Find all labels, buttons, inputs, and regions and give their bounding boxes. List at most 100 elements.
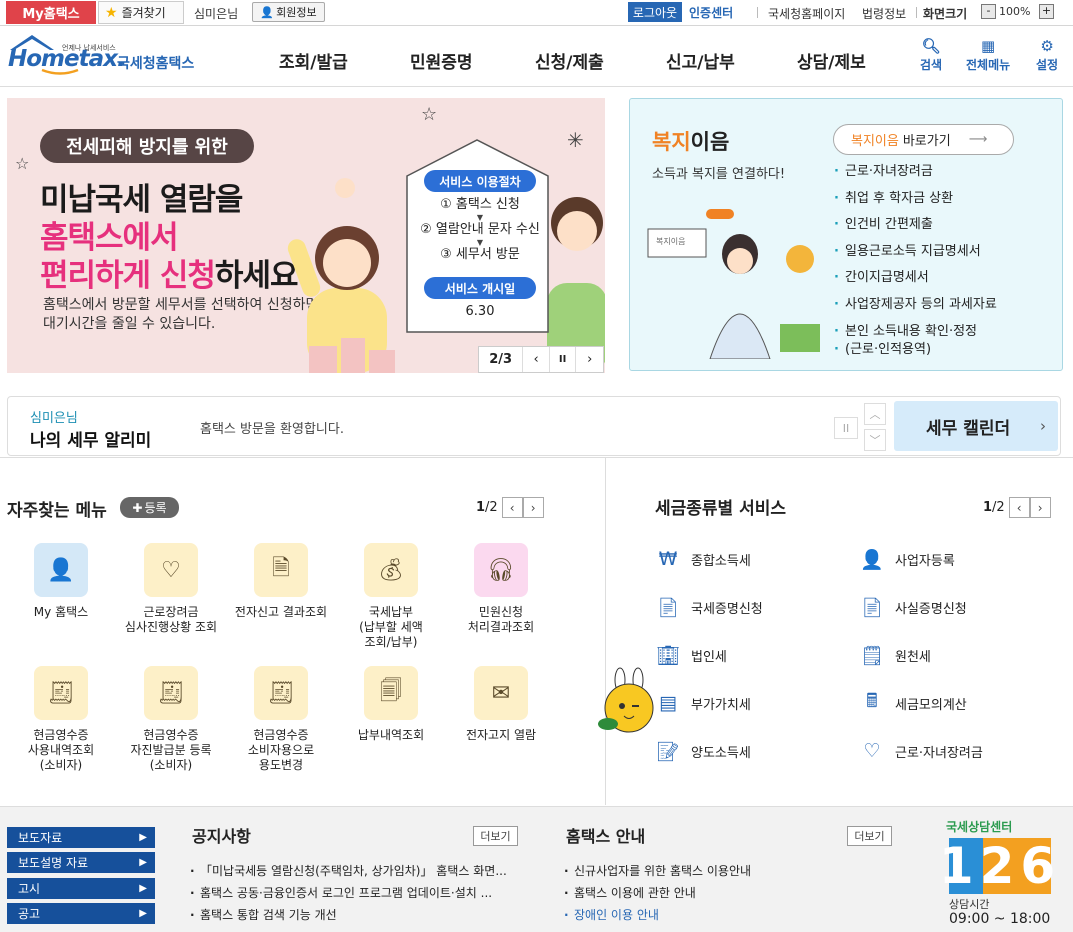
press-explanation-button[interactable]: 보도설명 자료 ▶ — [7, 852, 155, 873]
tax-calendar-button[interactable]: 세무 캘린더 › — [894, 401, 1058, 451]
call-center-number[interactable]: 126 — [939, 837, 1055, 895]
welfare-shortcut-button[interactable]: 복지이음 바로가기 ⟶ — [833, 124, 1014, 155]
pager-prev-button[interactable]: ‹ — [1008, 497, 1030, 518]
freq-menu-label: 전자고지 열람 — [465, 728, 537, 742]
freq-menu-item[interactable]: 👤 My 홈택스 — [6, 543, 116, 620]
mascot-character[interactable] — [596, 666, 658, 736]
guide-item[interactable]: 홈택스 이용에 관한 안내 — [564, 882, 751, 904]
banner-next-button[interactable]: › — [576, 347, 603, 372]
freq-menu-item[interactable]: 🗎 전자신고 결과조회 — [226, 543, 336, 620]
welfare-item[interactable]: 간이지급명세서 — [832, 265, 997, 292]
freq-menu-item[interactable]: ♡ 근로장려금 심사진행상황 조회 — [116, 543, 226, 635]
freq-menu-item[interactable]: 🧾︎ 현금영수증 자진발급분 등록 (소비자) — [116, 666, 226, 773]
receipt-search-icon: 🧾︎ — [254, 666, 308, 720]
pager-prev-button[interactable]: ‹ — [501, 497, 523, 518]
alert-up-button[interactable]: ︿ — [864, 403, 886, 425]
sparkle-icon: ✳ — [567, 128, 584, 152]
nav-consult-report[interactable]: 상담/제보 — [797, 48, 866, 73]
welfare-item[interactable]: 본인 소득내용 확인·정정 — [832, 322, 997, 342]
logout-button[interactable]: 로그아웃 — [628, 2, 682, 22]
promo-banner[interactable]: ☆ ☆ ✳ 전세피해 방지를 위한 미납국세 열람을 홈택스에서 편리하게 신청… — [7, 98, 605, 373]
pager-next-button[interactable]: › — [1029, 497, 1051, 518]
tax-service-item[interactable]: 👤 사업자등록 — [857, 544, 955, 574]
tax-service-item[interactable]: ₩ 종합소득세 — [653, 544, 751, 574]
pager-current: 1 — [476, 500, 486, 515]
divider — [757, 7, 758, 18]
welfare-item[interactable]: 취업 후 학자금 상환 — [832, 186, 997, 213]
notice-item[interactable]: 「미납국세등 열람신청(주택임차, 상가임차)」 홈택스 화면... — [190, 860, 535, 882]
zoom-in-button[interactable]: + — [1039, 4, 1054, 19]
freq-menu-item[interactable]: ✉ 전자고지 열람 — [446, 666, 556, 743]
service-start-tag: 서비스 개시일 — [424, 277, 536, 299]
freq-menu-register-button[interactable]: ✚ 등록 — [120, 497, 179, 518]
all-menu-button[interactable]: ▦ 전체메뉴 — [966, 36, 1010, 73]
grid-menu-icon: ▦ — [980, 37, 996, 55]
alert-down-button[interactable]: ﹀ — [864, 429, 886, 451]
zoom-value: 100% — [999, 5, 1031, 18]
search-icon: 🔍︎ — [921, 37, 941, 55]
welfare-item[interactable]: 인건비 간편제출 — [832, 212, 997, 239]
triangle-right-icon: ▶ — [139, 857, 147, 868]
tax-service-item[interactable]: ▤ 부가가치세 — [653, 688, 751, 718]
search-button[interactable]: 🔍︎ 검색 — [920, 36, 942, 73]
nav-civil-certificate[interactable]: 민원증명 — [410, 48, 473, 73]
freq-menu-label: My 홈택스 — [33, 605, 89, 619]
freq-menu-item[interactable]: 🗐 납부내역조회 — [336, 666, 446, 743]
footer — [0, 806, 1073, 932]
banner-prev-button[interactable]: ‹ — [523, 347, 550, 372]
tax-service-label: 사업자등록 — [895, 553, 955, 569]
tax-service-item[interactable]: 📝︎ 양도소득세 — [653, 736, 751, 766]
arrow-down-icon: ▼ — [476, 238, 484, 247]
money-bag-icon: 💰︎ — [364, 543, 418, 597]
transfer-doc-icon: 📝︎ — [655, 740, 681, 763]
freq-menu-item[interactable]: 💰︎ 국세납부 (납부할 세액 조회/납부) — [336, 543, 446, 650]
settings-button[interactable]: ⚙ 설정 — [1036, 36, 1058, 73]
pager-total: /2 — [485, 500, 498, 515]
tax-service-item[interactable]: 🗒 원천세 — [857, 640, 931, 670]
tax-service-item[interactable]: 🏢︎ 법인세 — [653, 640, 727, 670]
tax-service-item[interactable]: 🖩 세금모의계산 — [857, 688, 966, 718]
freq-menu-item[interactable]: 🧾︎ 현금영수증 사용내역조회 (소비자) — [6, 666, 116, 773]
announcement-button[interactable]: 공고 ▶ — [7, 903, 155, 924]
tax-service-item[interactable]: 📄︎ 사실증명신청 — [857, 592, 967, 622]
notice-more-button[interactable]: 더보기 — [473, 826, 518, 846]
notice-item[interactable]: 홈택스 공동·금융인증서 로그인 프로그램 업데이트·설치 ... — [190, 882, 535, 904]
nav-apply-submit[interactable]: 신청/제출 — [535, 48, 604, 73]
pager-text: 1/2 — [983, 500, 1005, 515]
zoom-out-button[interactable]: - — [981, 4, 996, 19]
freq-menu-item[interactable]: 🎧︎ 민원신청 처리결과조회 — [446, 543, 556, 635]
welfare-item[interactable]: 근로·자녀장려금 — [832, 159, 997, 186]
law-info-link[interactable]: 법령정보 — [862, 5, 906, 22]
alert-pause-button[interactable]: II — [834, 417, 858, 439]
banner-pause-button[interactable]: II — [550, 347, 577, 372]
welfare-link-panel[interactable]: 복지이음 소득과 복지를 연결하다! 복지이음바로가기⟶ 근로·자녀장려금 취업… — [629, 98, 1063, 371]
pager-next-button[interactable]: › — [522, 497, 544, 518]
step-1: ① 홈택스 신청 — [440, 197, 520, 212]
tax-service-label: 부가가치세 — [691, 697, 751, 713]
welfare-item[interactable]: 사업장제공자 등의 과세자료 — [832, 292, 997, 319]
hometax-logo[interactable]: 언제나 납세서비스 Hometax. 국세청홈택스 — [6, 32, 211, 76]
notice-item[interactable]: 홈택스 통합 검색 기능 개선 — [190, 904, 535, 926]
zoom-label: 화면크기 — [923, 7, 968, 21]
freq-menu-item[interactable]: 🧾︎ 현금영수증 소비자용으로 용도변경 — [226, 666, 336, 773]
nav-report-pay[interactable]: 신고/납부 — [666, 48, 735, 73]
notification-button[interactable]: 고시 ▶ — [7, 878, 155, 899]
nav-inquiry-issue[interactable]: 조회/발급 — [279, 48, 348, 73]
tax-service-item[interactable]: 📄︎ 국세증명신청 — [653, 592, 763, 622]
guide-item[interactable]: 신규사업자를 위한 홈택스 이용안내 — [564, 860, 751, 882]
my-hometax-button[interactable]: My홈택스 — [6, 1, 96, 24]
guide-more-button[interactable]: 더보기 — [847, 826, 892, 846]
guide-item[interactable]: 장애인 이용 안내 — [564, 904, 751, 926]
press-release-button[interactable]: 보도자료 ▶ — [7, 827, 155, 848]
call-center-hours: 09:00 ~ 18:00 — [949, 911, 1051, 927]
member-info-button[interactable]: 👤 회원정보 — [252, 2, 325, 22]
favorites-button[interactable]: ★ 즐겨찾기 — [98, 1, 184, 24]
welfare-item-cont: (근로·인적용역) — [832, 342, 997, 358]
cert-center-link[interactable]: 인증센터 — [689, 4, 733, 21]
welfare-illustration — [647, 209, 820, 359]
tax-service-item[interactable]: ♡ 근로·자녀장려금 — [857, 736, 982, 766]
service-procedure: 서비스 이용절차 ① 홈택스 신청 ▼ ② 열람안내 문자 수신 ▼ ③ 세무서… — [417, 170, 543, 320]
freq-menu-pager: 1/2 ‹ › — [476, 497, 544, 518]
welfare-item[interactable]: 일용근로소득 지급명세서 — [832, 239, 997, 266]
nts-homepage-link[interactable]: 국세청홈페이지 — [768, 5, 845, 22]
